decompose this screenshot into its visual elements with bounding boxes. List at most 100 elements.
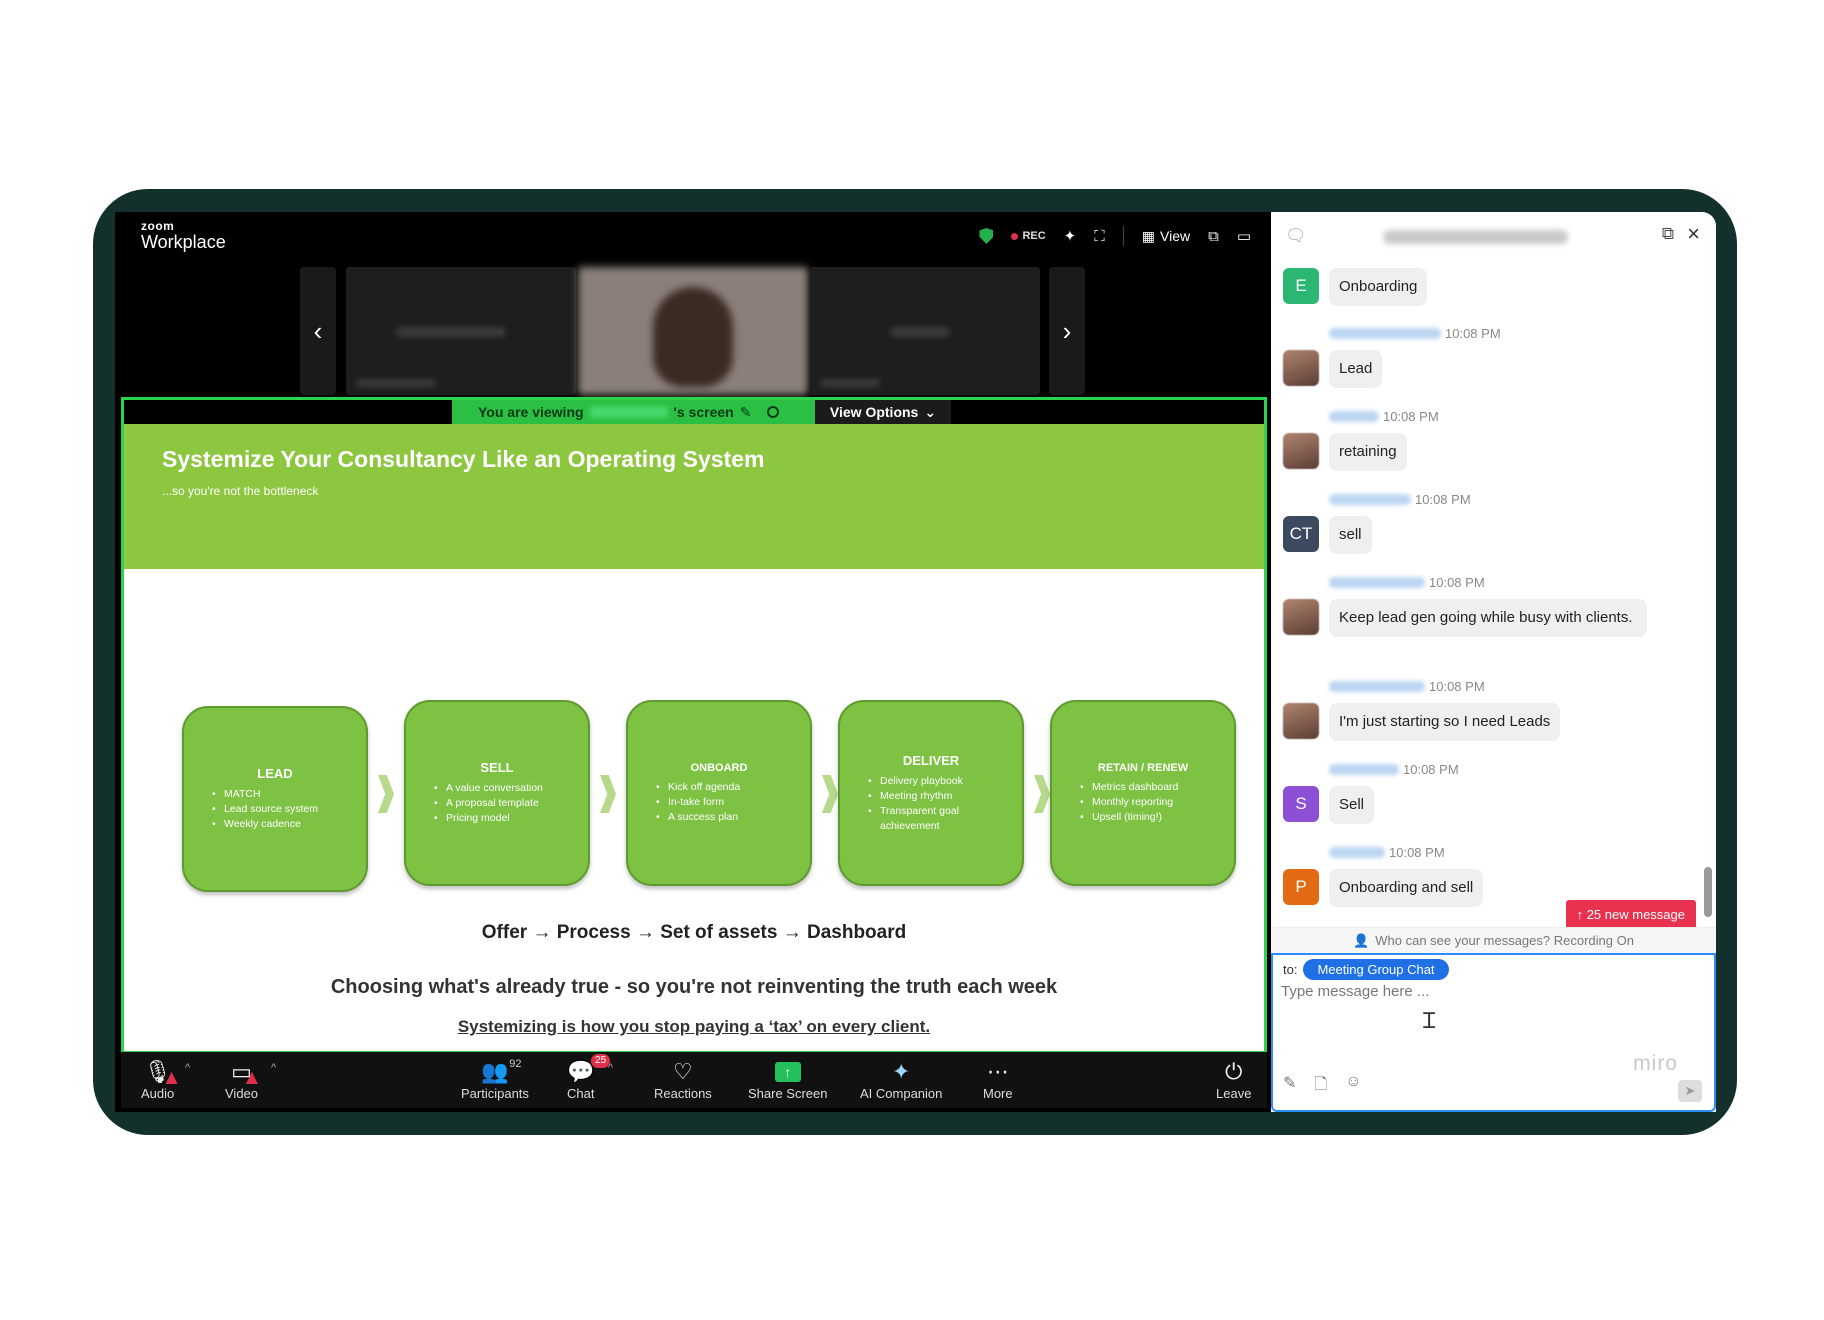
message-bubble[interactable]: Onboarding and sell xyxy=(1329,869,1484,907)
ai-sparkle-icon[interactable]: ✦ xyxy=(1064,227,1077,245)
recipient-line: to: Meeting Group Chat xyxy=(1283,959,1449,980)
recording-indicator[interactable]: REC xyxy=(1011,230,1046,242)
avatar[interactable] xyxy=(1283,599,1319,635)
slide-title: Systemize Your Consultancy Like an Opera… xyxy=(162,446,765,472)
people-icon: 👤 xyxy=(1353,932,1370,948)
message-time: 10:08 PM xyxy=(1445,326,1501,341)
avatar[interactable]: E xyxy=(1283,268,1319,304)
step-onboard: ONBOARD Kick off agenda In-take form A s… xyxy=(626,700,812,886)
avatar[interactable] xyxy=(1283,703,1319,739)
video-label: Video xyxy=(225,1086,259,1101)
view-grid-icon: ▦ xyxy=(1141,227,1155,244)
step-sell: SELL A value conversation A proposal tem… xyxy=(404,700,590,886)
chat-button[interactable]: 💬 25 Chat xyxy=(567,1054,611,1101)
message-bubble[interactable]: Sell xyxy=(1329,786,1375,824)
shield-check-icon[interactable] xyxy=(979,228,994,244)
message-bubble[interactable]: Onboarding xyxy=(1329,268,1428,306)
message-bubble[interactable]: I'm just starting so I need Leads xyxy=(1329,703,1561,741)
recipient-selector[interactable]: Meeting Group Chat xyxy=(1303,959,1449,980)
popout-icon[interactable]: ⧉ xyxy=(1662,224,1674,244)
file-icon[interactable]: 🗋 xyxy=(1314,1073,1327,1100)
fullscreen-icon[interactable]: ⛶ xyxy=(1094,228,1105,245)
message-time: 10:08 PM xyxy=(1415,492,1471,507)
view-options-button[interactable]: View Options ⌄ xyxy=(815,400,951,424)
blurred-sender-name xyxy=(1329,681,1425,692)
avatar[interactable]: S xyxy=(1283,786,1319,822)
leave-button[interactable]: ⏻ Leave xyxy=(1216,1058,1251,1101)
emoji-icon[interactable]: ☺ xyxy=(1345,1073,1361,1100)
video-button[interactable]: ▭ Video xyxy=(225,1058,258,1101)
visibility-text: Who can see your messages? Recording On xyxy=(1375,933,1634,948)
heart-icon: ♡ xyxy=(673,1059,693,1084)
step-deliver: DELIVER Delivery playbook Meeting rhythm… xyxy=(838,700,1024,886)
audio-button[interactable]: 🎙 Audio xyxy=(141,1058,178,1101)
participants-button[interactable]: 👥 92 Participants xyxy=(461,1058,529,1101)
muted-indicator xyxy=(165,1072,178,1084)
step-title: DELIVER xyxy=(902,752,960,768)
step-title: SELL xyxy=(480,760,514,775)
chat-options-caret[interactable]: ^ xyxy=(608,1062,613,1074)
shared-screen: You are viewing 's screen ✎ View Options… xyxy=(121,397,1267,1054)
participant-tile[interactable] xyxy=(810,267,1040,395)
more-label: More xyxy=(983,1086,1013,1101)
message-meta: 10:08 PM xyxy=(1329,845,1445,860)
slide-subtitle: ...so you're not the bottleneck xyxy=(162,484,319,498)
step-title: ONBOARD xyxy=(690,761,748,774)
message-meta: 10:08 PM xyxy=(1329,762,1459,777)
audio-options-caret[interactable]: ^ xyxy=(185,1062,190,1074)
ai-companion-button[interactable]: ✦ AI Companion xyxy=(860,1058,942,1101)
message-meta: 10:08 PM xyxy=(1329,409,1439,424)
step-bullet: Kick off agenda xyxy=(656,780,790,795)
send-button[interactable]: ➤ xyxy=(1678,1080,1702,1102)
next-page-button[interactable]: › xyxy=(1049,267,1085,395)
avatar[interactable]: P xyxy=(1283,869,1319,905)
avatar[interactable] xyxy=(1283,433,1319,469)
message-bubble[interactable]: sell xyxy=(1329,516,1372,554)
annotate-icon[interactable]: ✎ xyxy=(740,404,752,421)
blurred-sender-name xyxy=(1329,764,1399,775)
participant-tile[interactable] xyxy=(346,267,576,395)
blurred-sender-name xyxy=(1329,577,1425,588)
blurred-participant-name xyxy=(890,327,950,337)
participant-video-tile[interactable] xyxy=(578,267,808,395)
avatar[interactable]: CT xyxy=(1283,516,1319,552)
share-screen-icon: ↑ xyxy=(774,1058,801,1086)
participants-label: Participants xyxy=(461,1086,529,1101)
chat-scrollbar[interactable] xyxy=(1704,867,1712,917)
choosing-statement: Choosing what's already true - so you're… xyxy=(330,976,1058,998)
step-bullet: Monthly reporting xyxy=(1080,795,1214,810)
view-button[interactable]: ▦ View xyxy=(1142,228,1190,245)
message-meta: 10:08 PM xyxy=(1329,492,1471,507)
meeting-toolbar: 🎙 Audio ^ ▭ Video ^ 👥 92 Participants 💬 25… xyxy=(121,1052,1267,1108)
reactions-label: Reactions xyxy=(654,1086,712,1101)
message-meta: 10:08 PM xyxy=(1329,326,1501,341)
format-icon[interactable]: ✎ xyxy=(1283,1073,1296,1100)
viewing-indicator: You are viewing 's screen ✎ xyxy=(452,400,815,424)
message-bubble[interactable]: retaining xyxy=(1329,433,1407,471)
audio-label: Audio xyxy=(141,1086,175,1101)
message-input[interactable] xyxy=(1281,983,1661,1000)
microphone-muted-icon: 🎙 xyxy=(144,1058,178,1086)
rec-label: REC xyxy=(1022,230,1046,242)
chevron-down-icon: ⌄ xyxy=(924,403,937,420)
blurred-participant-label xyxy=(820,379,880,387)
message-bubble[interactable]: Keep lead gen going while busy with clie… xyxy=(1329,599,1647,637)
ai-companion-icon: ✦ xyxy=(891,1059,911,1084)
to-label: to: xyxy=(1283,962,1298,977)
message-visibility-notice[interactable]: 👤 Who can see your messages? Recording O… xyxy=(1271,927,1716,953)
avatar[interactable] xyxy=(1283,350,1319,386)
chat-header: 🗨 ⧉ × xyxy=(1271,212,1716,262)
leave-label: Leave xyxy=(1216,1086,1252,1101)
pip-icon[interactable]: ▭ xyxy=(1237,227,1251,245)
share-screen-button[interactable]: ↑ Share Screen xyxy=(748,1058,828,1101)
close-icon[interactable]: × xyxy=(1687,221,1700,247)
previous-page-button[interactable]: ‹ xyxy=(300,267,336,395)
video-options-caret[interactable]: ^ xyxy=(271,1062,276,1074)
message-bubble[interactable]: Lead xyxy=(1329,350,1383,388)
new-messages-button[interactable]: ↑ 25 new message xyxy=(1565,900,1696,929)
step-bullet: In-take form xyxy=(656,795,790,810)
viewing-prefix: You are viewing xyxy=(478,404,584,420)
gallery-icon[interactable]: ⧉ xyxy=(1208,228,1219,245)
more-button[interactable]: ⋯ More xyxy=(983,1058,1013,1101)
reactions-button[interactable]: ♡ Reactions xyxy=(654,1058,712,1101)
